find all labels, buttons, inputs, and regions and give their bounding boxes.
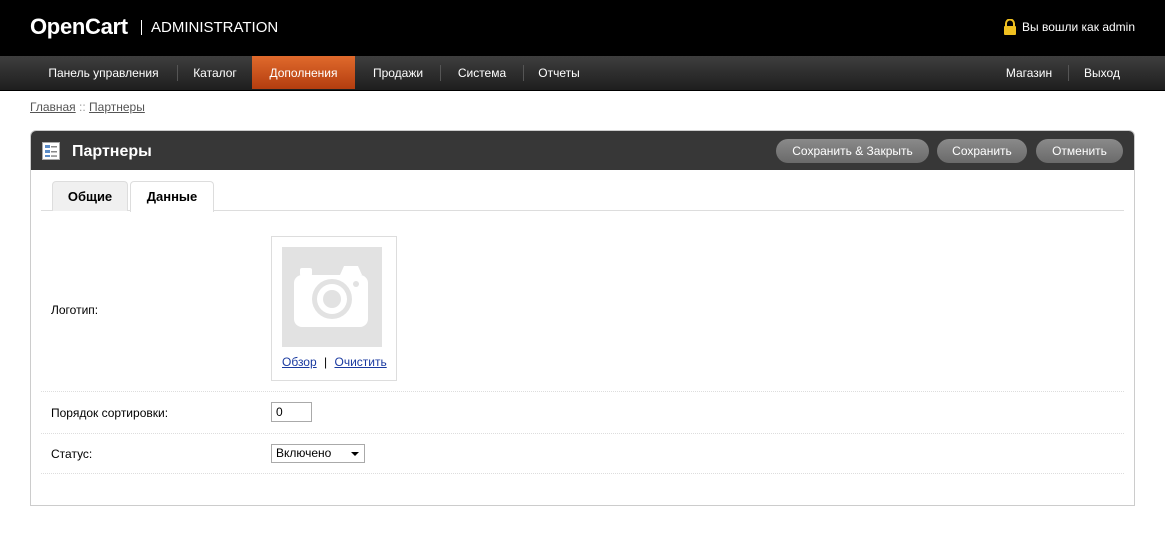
- menu-item-logout[interactable]: Выход: [1069, 56, 1135, 89]
- status-select[interactable]: Включено: [271, 444, 365, 463]
- row-divider: [41, 473, 1124, 475]
- clear-link[interactable]: Очистить: [334, 355, 386, 369]
- login-text: Вы вошли как admin: [1022, 20, 1135, 34]
- breadcrumb-current-link[interactable]: Партнеры: [89, 100, 145, 114]
- logo-divider: [141, 20, 142, 35]
- row-divider: [41, 433, 1124, 435]
- menu-item-catalog[interactable]: Каталог: [178, 56, 252, 89]
- tab-general[interactable]: Общие: [52, 181, 128, 211]
- breadcrumb-home-link[interactable]: Главная: [30, 100, 76, 114]
- status-label: Статус:: [51, 447, 93, 461]
- logo-label: Логотип:: [51, 303, 99, 317]
- menu-item-sales[interactable]: Продажи: [356, 56, 440, 89]
- breadcrumb: Главная :: Партнеры: [30, 100, 145, 114]
- image-links: Обзор | Очистить: [282, 355, 387, 369]
- opencart-logo[interactable]: OpenCart: [30, 14, 128, 40]
- browse-link[interactable]: Обзор: [282, 355, 317, 369]
- tab-data[interactable]: Данные: [130, 181, 214, 212]
- menu-item-dashboard[interactable]: Панель управления: [30, 56, 177, 89]
- lock-icon: [1004, 19, 1016, 35]
- sort-order-label: Порядок сортировки:: [51, 406, 169, 420]
- chevron-down-icon: [351, 452, 359, 456]
- logo-image-box: Обзор | Очистить: [271, 236, 397, 381]
- menu-item-reports[interactable]: Отчеты: [524, 56, 594, 89]
- cancel-button[interactable]: Отменить: [1036, 139, 1123, 163]
- save-close-button[interactable]: Сохранить & Закрыть: [776, 139, 929, 163]
- box-heading: Партнеры Сохранить & Закрыть Сохранить О…: [31, 131, 1134, 170]
- image-placeholder: [282, 247, 382, 347]
- page-title: Партнеры: [72, 143, 152, 160]
- login-status: Вы вошли как admin: [1003, 19, 1135, 35]
- row-divider: [41, 391, 1124, 393]
- sort-order-input[interactable]: 0: [271, 402, 312, 422]
- content-box: Партнеры Сохранить & Закрыть Сохранить О…: [30, 130, 1135, 506]
- breadcrumb-separator: ::: [75, 100, 90, 114]
- save-button[interactable]: Сохранить: [937, 139, 1027, 163]
- status-selected-value: Включено: [276, 446, 332, 460]
- module-icon: [42, 142, 60, 160]
- menu-item-system[interactable]: Система: [441, 56, 523, 89]
- links-separator: |: [324, 355, 328, 369]
- header-bar: OpenCart ADMINISTRATION Вы вошли как adm…: [0, 0, 1165, 56]
- camera-icon: [294, 266, 368, 327]
- main-menu: Панель управления Каталог Дополнения Про…: [0, 56, 1165, 91]
- menu-item-store[interactable]: Магазин: [990, 56, 1068, 89]
- menu-item-extensions[interactable]: Дополнения: [252, 56, 355, 89]
- admin-label: ADMINISTRATION: [151, 19, 279, 36]
